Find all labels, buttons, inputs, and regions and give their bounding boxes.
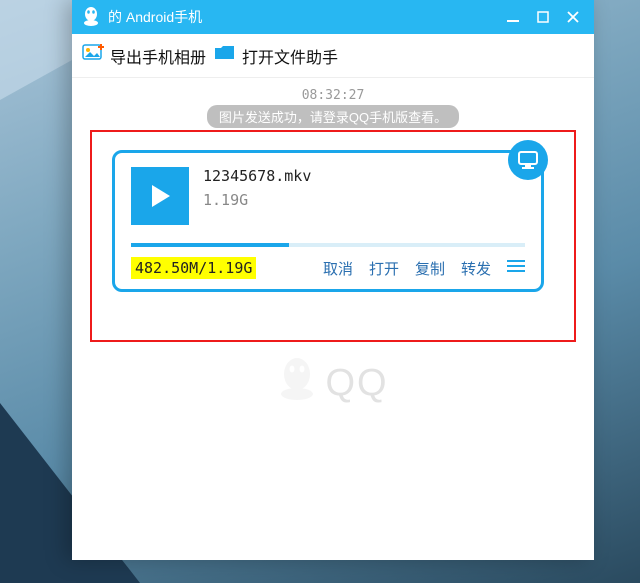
open-button[interactable]: 打开 [369, 258, 399, 279]
qq-penguin-icon [82, 6, 100, 29]
progress-bar-fill [131, 243, 289, 247]
title-bar: 的 Android手机 [72, 0, 594, 34]
minimize-button[interactable] [498, 5, 528, 29]
open-file-helper-button[interactable]: 打开文件助手 [214, 44, 338, 68]
folder-icon [214, 44, 236, 67]
video-thumbnail[interactable] [131, 167, 189, 225]
file-message: 12345678.mkv 1.19G 482.50M/1.19G 取消 打开 复… [112, 150, 544, 292]
play-icon [146, 182, 174, 210]
sender-avatar-pc[interactable] [508, 140, 548, 180]
monitor-icon [517, 150, 539, 170]
window-title: 的 Android手机 [108, 7, 202, 27]
export-photos-button[interactable]: 导出手机相册 [82, 44, 206, 68]
qq-window: 的 Android手机 导出手机相册 打开文件助手 08:32:27 图片发送成… [72, 0, 594, 560]
file-size: 1.19G [203, 191, 311, 209]
photo-export-icon [82, 44, 104, 67]
qq-watermark: QQ [72, 356, 594, 410]
maximize-button[interactable] [528, 5, 558, 29]
message-timestamp: 08:32:27 [72, 88, 594, 103]
more-menu-button[interactable] [507, 259, 525, 277]
export-photos-label: 导出手机相册 [110, 44, 206, 68]
status-banner: 图片发送成功，请登录QQ手机版查看。 [207, 105, 459, 128]
file-name: 12345678.mkv [203, 167, 311, 185]
open-file-helper-label: 打开文件助手 [242, 44, 338, 68]
cancel-button[interactable]: 取消 [323, 258, 353, 279]
message-bubble: 12345678.mkv 1.19G 482.50M/1.19G 取消 打开 复… [112, 150, 544, 292]
hamburger-icon [507, 259, 525, 273]
toolbar: 导出手机相册 打开文件助手 [72, 34, 594, 78]
chat-area: 08:32:27 图片发送成功，请登录QQ手机版查看。 12345678.mkv… [72, 78, 594, 560]
close-button[interactable] [558, 5, 588, 29]
forward-button[interactable]: 转发 [461, 258, 491, 279]
penguin-watermark-icon [277, 356, 317, 410]
watermark-text: QQ [325, 362, 388, 405]
copy-button[interactable]: 复制 [415, 258, 445, 279]
progress-text: 482.50M/1.19G [131, 257, 256, 279]
